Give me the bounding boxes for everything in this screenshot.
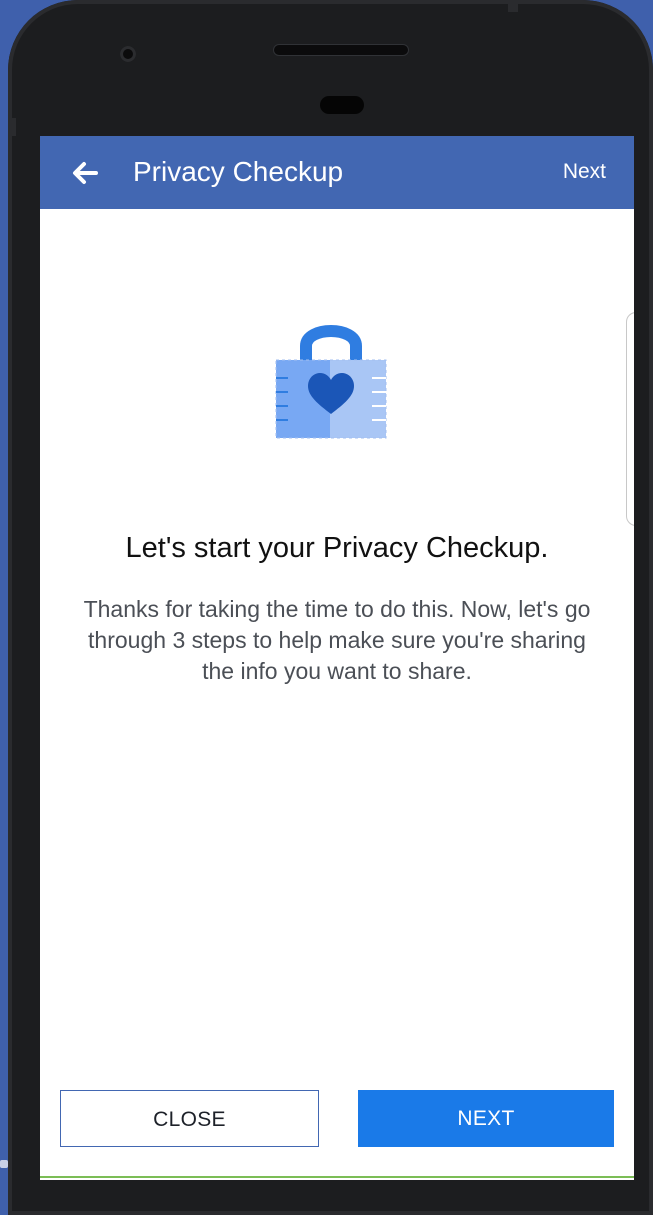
intro-description: Thanks for taking the time to do this. N… [83, 596, 591, 684]
appbar-next-link[interactable]: Next [563, 159, 606, 185]
next-button[interactable]: NEXT [358, 1090, 614, 1147]
phone-top-button [508, 0, 518, 12]
intro-heading: Let's start your Privacy Checkup. [125, 532, 549, 564]
lock-heart-icon [274, 312, 388, 440]
earpiece-speaker [274, 45, 408, 55]
app-screen: Privacy Checkup Next Let's start your Pr… [40, 136, 634, 1180]
page-title: Privacy Checkup [133, 156, 344, 187]
app-bar: Privacy Checkup Next [40, 136, 634, 209]
screen-bottom-edge [40, 1176, 634, 1178]
close-button[interactable]: CLOSE [60, 1090, 319, 1147]
scroll-indicator[interactable] [626, 312, 634, 526]
phone-side-button [8, 118, 16, 136]
back-button[interactable] [66, 154, 104, 192]
front-camera [120, 46, 136, 62]
corner-mark [0, 1160, 8, 1168]
back-arrow-icon [73, 162, 98, 184]
proximity-sensor [320, 96, 364, 114]
